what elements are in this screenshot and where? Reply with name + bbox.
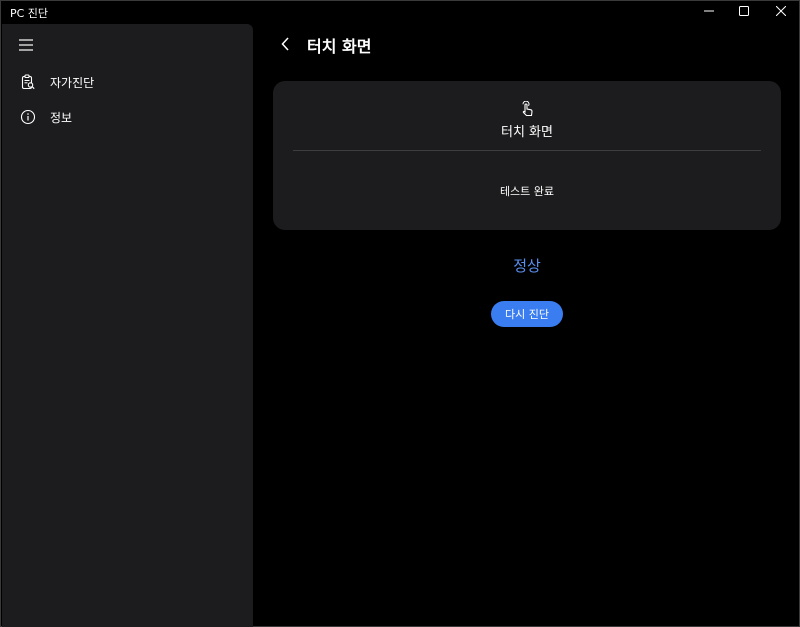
test-status-text: 테스트 완료 [499,185,555,198]
sidebar-item-info[interactable]: 정보 [8,102,246,132]
card-title: 터치 화면 [501,125,553,140]
minimize-button[interactable] [692,1,726,21]
sidebar-item-label: 자가진단 [50,75,95,90]
back-button[interactable] [281,33,301,57]
title-bar: PC 진단 [1,1,799,23]
app-window: PC 진단 자가진단 정보 터치 화면 터치 화면 테스트 완료 정상 다시 진… [0,0,800,627]
minimize-icon [704,6,714,16]
sidebar-item-label: 정보 [50,110,73,125]
result-label: 정상 [513,257,541,275]
chevron-left-icon [281,36,291,55]
close-button[interactable] [764,1,798,21]
page-header: 터치 화면 [281,31,371,59]
clipboard-search-icon [16,70,40,94]
maximize-button[interactable] [727,1,761,21]
sidebar-item-self-diagnosis[interactable]: 자가진단 [8,67,246,97]
sidebar: 자가진단 정보 [2,24,253,627]
info-icon [16,105,40,129]
maximize-icon [739,6,749,16]
hamburger-icon [19,36,33,55]
page-title: 터치 화면 [307,37,372,56]
touch-hand-icon [517,99,537,119]
app-title: PC 진단 [10,7,49,20]
close-icon [776,6,786,16]
menu-toggle-button[interactable] [15,34,37,56]
retry-diagnosis-button[interactable]: 다시 진단 [491,301,563,327]
card-divider [293,150,761,151]
test-result-card: 터치 화면 테스트 완료 [273,81,781,230]
